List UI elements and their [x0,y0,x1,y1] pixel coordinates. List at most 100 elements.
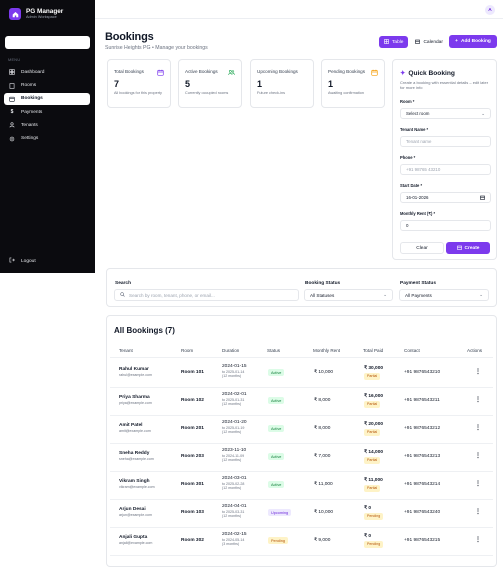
clear-button[interactable]: Clear [400,242,444,254]
sidebar-item-tenants[interactable]: Tenants [4,119,90,132]
chevron-down-icon: ⌄ [383,292,387,297]
total-paid-amount: ₹ 0 [364,534,372,539]
stat-card-total: Total Bookings 7 All bookings for this p… [107,59,171,108]
quick-booking-title-text: Quick Booking [408,69,455,77]
duration-start: 2024-01-20 [222,420,247,425]
tenants-icon [9,122,15,128]
room-cell: Room 201 [181,426,204,431]
contact-cell: +91 9876543215 [404,538,441,543]
duration-cell: 2023-11-10 to 2024-11-09 (12 months) [222,448,246,462]
users-icon [228,69,235,76]
more-actions-icon[interactable]: ⋮ [475,536,481,543]
tenant-email: vikram@example.com [119,484,155,489]
filter-bar: Search Booking Status Payment Status [106,268,497,307]
tenant-name: Rahul Kumar [119,367,149,372]
monthly-rent-label: Monthly Rent (₹) * [400,211,436,216]
logout-button[interactable]: Logout [9,257,36,265]
duration-start: 2024-02-01 [222,392,247,397]
sidebar-item-rooms[interactable]: Rooms [4,79,90,92]
table-view-button[interactable]: Table [379,36,409,48]
settings-icon [9,136,15,142]
brand-title: PG Manager [26,8,64,15]
rooms-icon [9,82,15,89]
more-actions-icon[interactable]: ⋮ [475,368,481,375]
search-input[interactable]: Search by room, tenant, phone, or email.… [114,289,299,301]
sidebar-item-label: Dashboard [21,69,45,75]
calendar-icon [415,39,421,46]
tenant-email: sneha@example.com [119,456,154,461]
table-icon [384,38,389,46]
duration-cell: 2024-02-15 to 2024-05-14 (3 months) [222,532,247,546]
phone-input[interactable]: +91 98765 43210 [400,164,491,175]
duration-cell: 2024-01-15 to 2025-01-14 (12 months) [222,364,247,378]
room-cell: Room 301 [181,482,204,487]
sparkle-icon: ✦ [400,70,406,77]
tenant-name: Priya Sharma [119,395,150,400]
view-toggle: Table Calendar [379,36,443,48]
payment-status-select[interactable]: All Payments ⌄ [399,289,489,301]
sidebar-item-bookings[interactable]: Bookings [4,92,90,106]
add-booking-button[interactable]: + Add Booking [449,35,497,48]
tenant-email: amit@example.com [119,428,151,433]
room-label: Room * [400,99,415,104]
avatar[interactable]: A [485,5,495,15]
more-actions-icon[interactable]: ⋮ [475,508,481,515]
total-paid-amount: ₹ 16,000 [364,394,384,399]
bookings-icon [9,96,15,102]
status-badge: Active [268,453,285,460]
more-actions-icon[interactable]: ⋮ [475,480,481,487]
row-divider [110,471,493,472]
page-subtitle: Sunrise Heights PG • Manage your booking… [105,45,208,51]
booking-status-label: Booking Status [305,281,341,286]
room-cell: Room 302 [181,538,204,543]
brand-subtitle: Admin Workspace [26,15,57,19]
stat-hint: Awaiting confirmation [328,91,365,95]
stat-label: Upcoming Bookings [257,69,298,74]
tenant-name: Sneha Reddy [119,451,150,456]
menu-label: MENU [8,58,21,62]
start-date-input[interactable]: 16-01-2026 [400,192,491,203]
sidebar-search-input[interactable] [5,36,90,49]
stat-card-active: Active Bookings 5 Currently occupied roo… [178,59,242,108]
row-divider [110,443,493,444]
duration-cell: 2024-01-20 to 2025-01-19 (12 months) [222,420,247,434]
duration-months: (12 months) [222,485,242,490]
create-button[interactable]: Create [446,242,490,254]
stat-hint: Currently occupied rooms [185,91,229,95]
tenant-cell: Rahul Kumar rahul@example.com [119,367,152,377]
row-divider [110,415,493,416]
calendar-icon [371,69,378,76]
sidebar-item-payments[interactable]: $ Payments [4,106,90,119]
brand: PG Manager Admin Workspace [9,8,63,20]
tenant-cell: Priya Sharma priya@example.com [119,395,152,405]
room-select[interactable]: Select room ⌄ [400,108,491,119]
monthly-rent-cell: ₹ 11,000 [314,482,333,487]
sidebar-item-settings[interactable]: Settings [4,132,90,145]
duration-start: 2024-01-15 [222,364,247,369]
add-booking-label: Add Booking [460,39,491,44]
more-actions-icon[interactable]: ⋮ [475,424,481,431]
tenant-name-input[interactable]: Tenant name [400,136,491,147]
payment-status-badge: Partial [364,485,381,492]
booking-status-value: All Statuses [310,292,335,298]
stat-value: 1 [328,79,334,89]
monthly-rent-cell: ₹ 8,000 [314,398,331,403]
payment-status-label: Payment Status [400,281,436,286]
tenant-email: rahul@example.com [119,372,153,377]
calendar-view-button[interactable]: Calendar [410,36,447,48]
sidebar-item-dashboard[interactable]: Dashboard [4,66,90,79]
total-paid-amount: ₹ 20,000 [364,422,384,427]
sidebar-item-label: Tenants [21,122,38,128]
quick-booking-title: ✦ Quick Booking [400,69,489,78]
tenant-cell: Arjun Desai arjun@example.com [119,507,152,517]
more-actions-icon[interactable]: ⋮ [475,396,481,403]
contact-cell: +91 9876543240 [404,510,441,515]
monthly-rent-input[interactable]: 0 [400,220,491,231]
payment-status-badge: Partial [364,457,381,464]
tenant-name: Vikram Singh [119,479,150,484]
more-actions-icon[interactable]: ⋮ [475,452,481,459]
col-header-monthly-rent: Monthly Rent [313,348,341,353]
calendar-picker-icon[interactable] [480,195,485,201]
booking-status-select[interactable]: All Statuses ⌄ [304,289,393,301]
duration-months: (12 months) [222,429,242,434]
